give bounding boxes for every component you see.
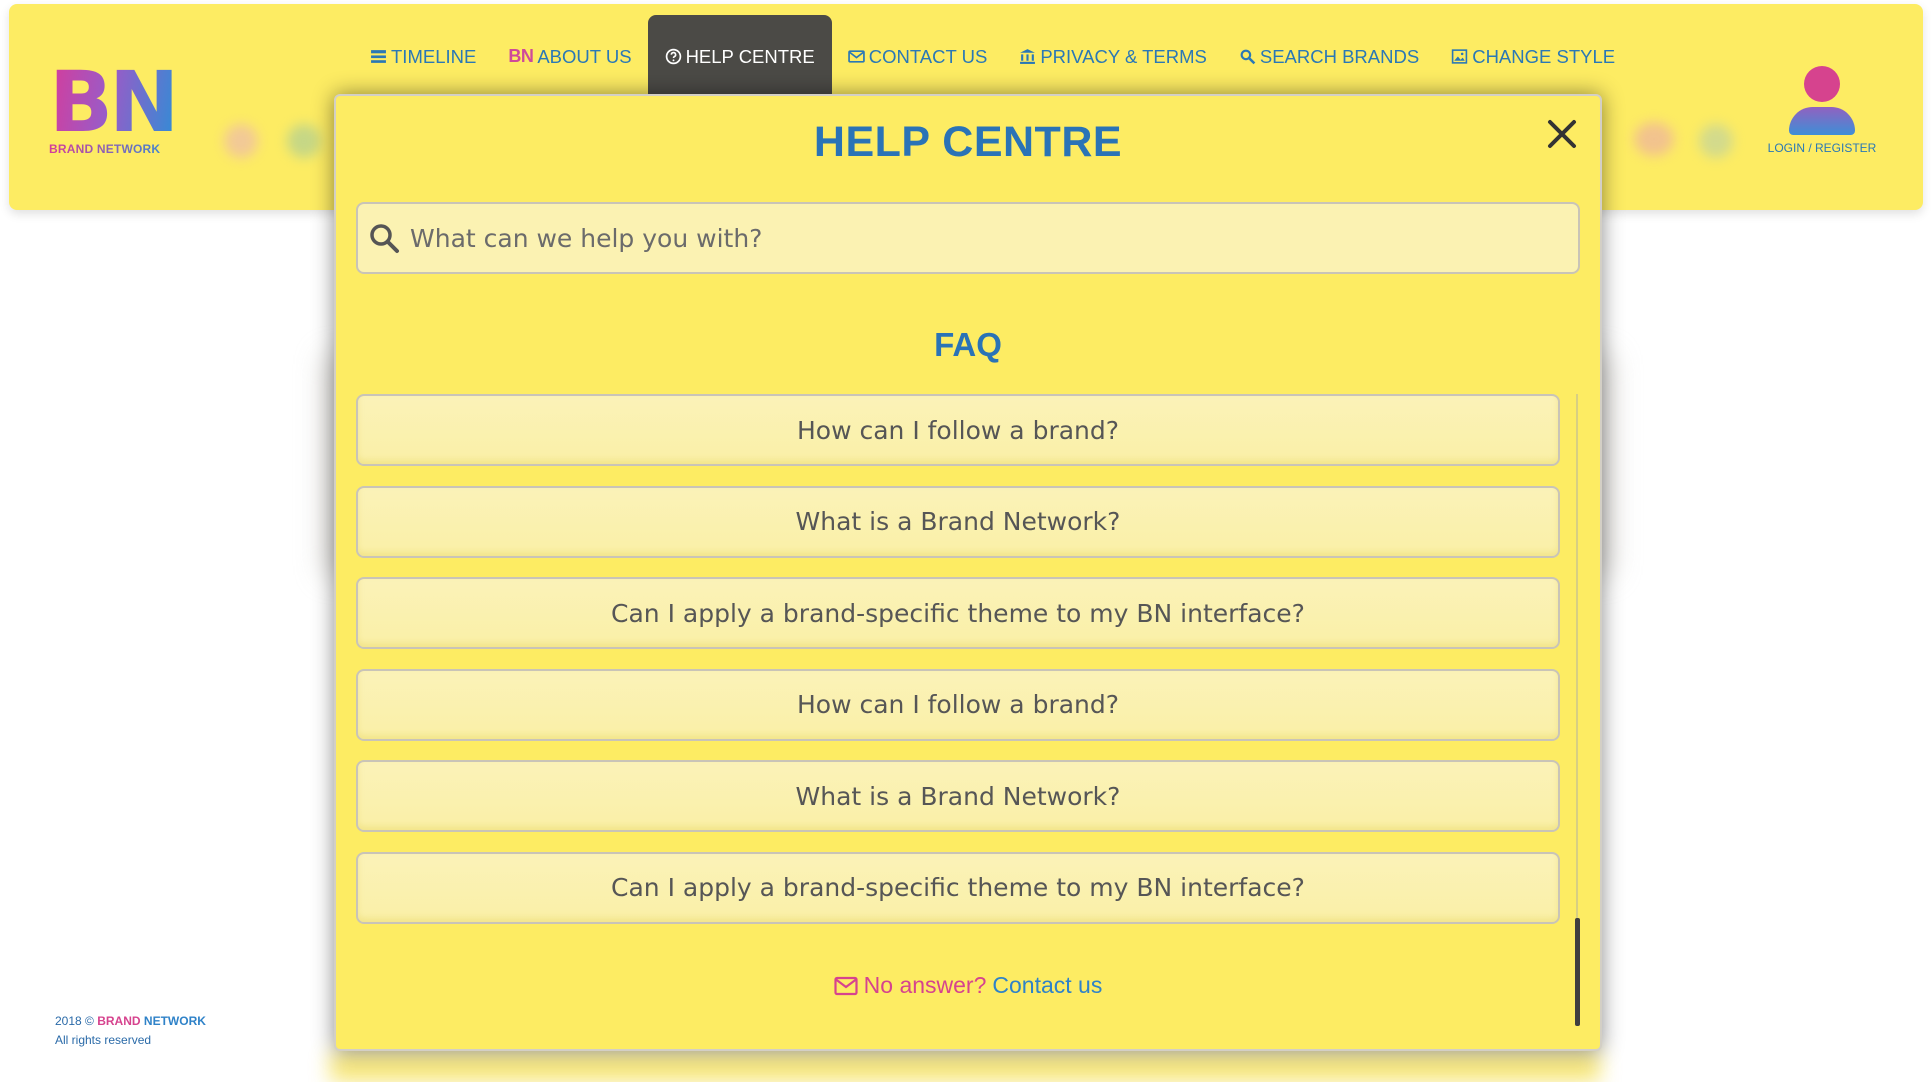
nav-label: CONTACT US [868, 45, 988, 67]
footer-brand[interactable]: BRAND NETWORK [97, 1014, 206, 1028]
nav-timeline[interactable]: TIMELINE [354, 15, 492, 98]
logo-subtitle: BRAND NETWORK [49, 142, 179, 156]
nav-label: CHANGE STYLE [1472, 45, 1616, 67]
nav-privacy-terms[interactable]: PRIVACY & TERMS [1003, 15, 1223, 98]
nav-label: SEARCH BRANDS [1259, 45, 1420, 67]
nav-label: ABOUT US [537, 45, 632, 67]
main-nav: TIMELINE BN ABOUT US HELP CENTRE CONTACT… [354, 15, 1631, 98]
no-answer-text: No answer? [863, 972, 987, 998]
faq-heading: FAQ [934, 326, 1002, 363]
footer-rights: All rights reserved [55, 1033, 152, 1047]
nav-about-us[interactable]: BN ABOUT US [492, 15, 647, 98]
list-icon [370, 48, 387, 65]
blurred-decoration [1634, 122, 1674, 156]
faq-item[interactable]: Can I apply a brand-specific theme to my… [356, 851, 1560, 924]
faq-item[interactable]: Can I apply a brand-specific theme to my… [356, 577, 1560, 649]
faq-item[interactable]: What is a Brand Network? [356, 760, 1560, 832]
login-register-label: LOGIN / REGISTER [1767, 141, 1877, 155]
faq-item[interactable]: How can I follow a brand? [356, 394, 1560, 466]
search-icon [370, 224, 399, 253]
nav-label: HELP CENTRE [685, 45, 815, 67]
faq-list: How can I follow a brand? What is a Bran… [356, 394, 1560, 943]
nav-contact-us[interactable]: CONTACT US [832, 15, 1004, 98]
bank-icon [1019, 48, 1036, 65]
help-centre-modal: HELP CENTRE FAQ How can I follow a brand… [334, 94, 1602, 1051]
help-search-box[interactable] [356, 202, 1580, 274]
close-button[interactable] [1542, 114, 1582, 154]
nav-label: TIMELINE [391, 45, 477, 67]
nav-search-brands[interactable]: SEARCH BRANDS [1223, 15, 1435, 98]
faq-item[interactable]: What is a Brand Network? [356, 485, 1560, 558]
nav-help-centre[interactable]: HELP CENTRE [647, 15, 832, 98]
close-icon [1548, 120, 1576, 148]
search-icon [1239, 48, 1256, 65]
mail-icon [834, 976, 858, 995]
help-circle-icon [665, 48, 682, 65]
bn-logo-icon: BN [508, 46, 534, 66]
login-register-button[interactable]: LOGIN / REGISTER [1757, 66, 1887, 155]
brand-logo[interactable]: BN BRAND NETWORK [49, 60, 179, 156]
user-avatar-body [1789, 107, 1855, 135]
logo-mark: BN [49, 60, 179, 144]
nav-change-style[interactable]: CHANGE STYLE [1435, 15, 1631, 98]
contact-us-link[interactable]: Contact us [992, 972, 1102, 999]
blurred-decoration [224, 124, 258, 158]
help-search-input[interactable] [408, 207, 1578, 269]
image-icon [1451, 48, 1468, 65]
user-avatar-icon [1804, 66, 1840, 102]
faq-item[interactable]: How can I follow a brand? [356, 668, 1560, 741]
blurred-decoration [1699, 124, 1733, 158]
no-answer-row: No answer? Contact us [336, 972, 1600, 999]
footer: 2018 © BRAND NETWORK All rights reserved [55, 1012, 206, 1050]
footer-year: 2018 © [55, 1014, 94, 1028]
nav-label: PRIVACY & TERMS [1040, 45, 1207, 67]
blurred-decoration [287, 124, 321, 158]
mail-icon [847, 48, 865, 65]
modal-title: HELP CENTRE [813, 118, 1123, 166]
